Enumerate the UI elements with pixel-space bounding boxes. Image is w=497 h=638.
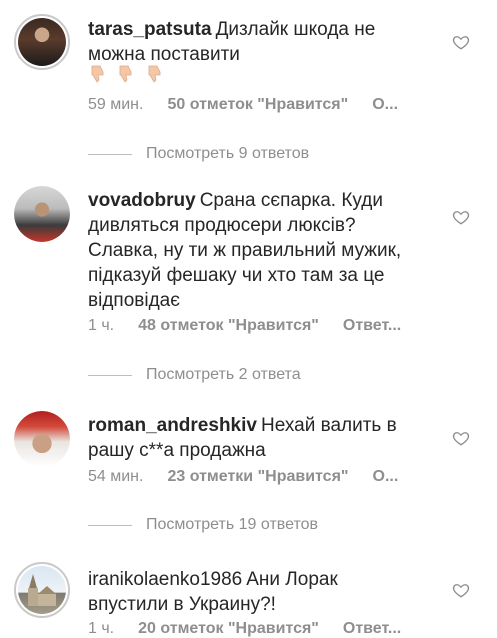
comment-meta: 1 ч. 20 отметок "Нравится" Ответ... [88,620,401,638]
comment-time: 1 ч. [88,620,115,637]
comment-meta: 1 ч. 48 отметок "Нравится" Ответ... [88,317,401,335]
emoji-row [88,64,169,84]
heart-icon[interactable] [452,208,470,226]
church-icon [28,574,56,606]
divider-line [88,153,132,155]
likes-count[interactable]: 50 отметок "Нравится" [167,96,348,113]
reply-button[interactable]: Ответ... [343,317,401,334]
view-replies-label[interactable]: Посмотреть 9 ответов [146,145,309,163]
avatar[interactable] [14,186,70,242]
avatar[interactable] [14,14,70,70]
thumbs-down-icon [148,65,161,83]
view-replies-button[interactable]: Посмотреть 2 ответа [88,366,301,384]
thumbs-down-icon [120,65,132,83]
username[interactable]: vovadobruy [88,190,196,211]
view-replies-button[interactable]: Посмотреть 19 ответов [88,516,318,534]
heart-icon[interactable] [452,33,470,51]
reply-button[interactable]: О... [372,96,398,113]
reply-button[interactable]: Ответ... [343,620,401,637]
likes-count[interactable]: 23 отметки "Нравится" [167,468,348,485]
username[interactable]: iranikolaenko1986 [88,569,242,590]
thumbs-down-icon [91,65,104,83]
avatar[interactable] [14,562,70,618]
comment-meta: 54 мин. 23 отметки "Нравится" О... [88,468,398,486]
view-replies-label[interactable]: Посмотреть 2 ответа [146,366,301,384]
comment-time: 59 мин. [88,96,144,113]
avatar[interactable] [14,411,70,467]
view-replies-label[interactable]: Посмотреть 19 ответов [146,516,318,534]
divider-line [88,524,132,526]
comment-time: 54 мин. [88,468,144,485]
reply-button[interactable]: О... [373,468,399,485]
comment-time: 1 ч. [88,317,115,334]
comment-meta: 59 мин. 50 отметок "Нравится" О... [88,96,398,114]
view-replies-button[interactable]: Посмотреть 9 ответов [88,145,309,163]
heart-icon[interactable] [452,429,470,447]
likes-count[interactable]: 20 отметок "Нравится" [138,620,319,637]
likes-count[interactable]: 48 отметок "Нравится" [138,317,319,334]
divider-line [88,374,132,376]
username[interactable]: taras_patsuta [88,19,212,40]
username[interactable]: roman_andreshkiv [88,415,257,436]
heart-icon[interactable] [452,581,470,599]
